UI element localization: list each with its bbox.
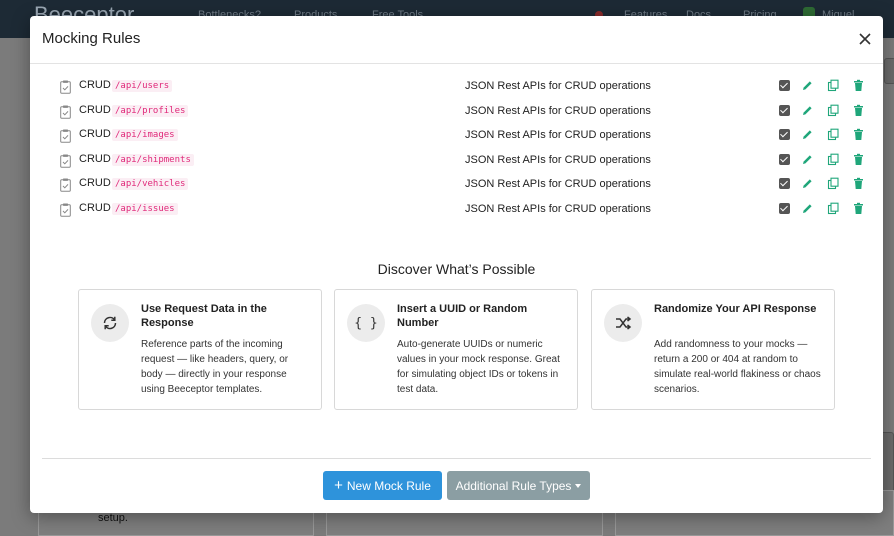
- rule-method: CRUD: [79, 152, 111, 165]
- rule-row: CRUD/api/issues JSON Rest APIs for CRUD o…: [30, 199, 883, 224]
- circle: [91, 304, 129, 342]
- copy-icon[interactable]: [827, 153, 840, 166]
- rule-method: CRUD: [79, 128, 111, 141]
- rule-description: JSON Rest APIs for CRUD operations: [465, 202, 651, 215]
- rule-row: CRUD/api/vehicles JSON Rest APIs for CRUD…: [30, 174, 883, 199]
- edit-icon[interactable]: [801, 128, 814, 141]
- rule-method: CRUD: [79, 79, 111, 91]
- edit-icon[interactable]: [801, 79, 814, 92]
- edit-icon[interactable]: [801, 153, 814, 166]
- rules-list: CRUD/api/users JSON Rest APIs for CRUD op…: [30, 76, 883, 224]
- rule-row: CRUD/api/shipments JSON Rest APIs for CRU…: [30, 150, 883, 175]
- close-icon[interactable]: [856, 30, 874, 48]
- rule-row: CRUD/api/images JSON Rest APIs for CRUD o…: [30, 125, 883, 150]
- clipboard-check-icon: [60, 178, 71, 193]
- footer-divider: [42, 458, 871, 459]
- card-title: Randomize Your API Response: [654, 303, 817, 315]
- rule-method: CRUD: [79, 103, 111, 116]
- rule-description: JSON Rest APIs for CRUD operations: [465, 153, 651, 166]
- mocking-rules-modal: Mocking Rules CRUD/api/users JSON Rest AP…: [30, 16, 883, 513]
- delete-icon[interactable]: [852, 153, 865, 166]
- new-mock-rule-label: New Mock Rule: [346, 478, 431, 493]
- card-title: Insert a UUID or Random Number: [397, 303, 528, 329]
- rule-enabled-checkbox[interactable]: [779, 202, 790, 214]
- background-setup-text: setup.: [98, 512, 128, 524]
- copy-icon[interactable]: [827, 79, 840, 92]
- feature-card-request-data[interactable]: Use Request Data in the Response Referen…: [78, 289, 322, 410]
- edit-icon[interactable]: [801, 202, 814, 215]
- clipboard-check-icon: [60, 154, 71, 168]
- rule-description: JSON Rest APIs for CRUD operations: [465, 178, 651, 191]
- refresh-icon: [103, 316, 117, 330]
- additional-rule-types-button[interactable]: Additional Rule Types: [447, 471, 590, 500]
- rule-row: CRUD/api/profiles JSON Rest APIs for CRUD…: [30, 101, 883, 126]
- copy-icon[interactable]: [827, 104, 840, 117]
- clipboard-check-icon: [60, 129, 71, 143]
- edit-icon[interactable]: [801, 104, 814, 117]
- rule-path[interactable]: /api/vehicles: [112, 178, 189, 191]
- feature-card-randomize[interactable]: Randomize Your API Response Add randomne…: [591, 289, 835, 410]
- discover-title: Discover What’s Possible: [377, 261, 536, 277]
- delete-icon[interactable]: [852, 104, 865, 117]
- clipboard-check-icon: [60, 80, 71, 94]
- delete-icon[interactable]: [852, 128, 865, 141]
- circle: [604, 304, 642, 342]
- background-button: [884, 58, 894, 84]
- rule-path[interactable]: /api/shipments: [112, 153, 194, 166]
- circle: { }: [347, 304, 385, 342]
- modal-title: Mocking Rules: [42, 30, 141, 47]
- chevron-down-icon: [575, 483, 582, 488]
- rule-description: JSON Rest APIs for CRUD operations: [465, 80, 651, 92]
- rule-path[interactable]: /api/images: [112, 129, 178, 142]
- card-description: Auto-generate UUIDs or numeric values in…: [397, 339, 560, 395]
- rule-description: JSON Rest APIs for CRUD operations: [465, 129, 651, 142]
- rule-enabled-checkbox[interactable]: [779, 104, 790, 116]
- delete-icon[interactable]: [852, 177, 865, 190]
- braces-icon: { }: [354, 315, 378, 331]
- rule-description: JSON Rest APIs for CRUD operations: [465, 104, 651, 117]
- rule-enabled-checkbox[interactable]: [779, 153, 790, 165]
- feature-card-uuid[interactable]: { } Insert a UUID or Random Number Auto-…: [334, 289, 578, 410]
- rule-path[interactable]: /api/issues: [112, 202, 178, 215]
- edit-icon[interactable]: [801, 177, 814, 190]
- copy-icon[interactable]: [827, 177, 840, 190]
- rule-enabled-checkbox[interactable]: [779, 80, 790, 91]
- rule-path[interactable]: /api/users: [112, 80, 173, 92]
- clipboard-check-icon: [60, 105, 71, 119]
- plus-icon: +: [334, 476, 343, 494]
- delete-icon[interactable]: [852, 202, 865, 215]
- new-mock-rule-button[interactable]: + New Mock Rule: [323, 471, 442, 500]
- shuffle-icon: [616, 316, 632, 330]
- rule-path[interactable]: /api/profiles: [112, 104, 189, 117]
- rule-method: CRUD: [79, 177, 111, 190]
- copy-icon[interactable]: [827, 202, 840, 215]
- rule-row: CRUD/api/users JSON Rest APIs for CRUD op…: [30, 76, 883, 101]
- modal-header: Mocking Rules: [30, 16, 883, 64]
- additional-rule-types-label: Additional Rule Types: [455, 478, 572, 493]
- copy-icon[interactable]: [827, 128, 840, 141]
- rule-method: CRUD: [79, 201, 111, 214]
- card-description: Add randomness to your mocks — return a …: [654, 339, 821, 395]
- card-description: Reference parts of the incoming request …: [141, 339, 289, 395]
- card-title: Use Request Data in the Response: [141, 303, 267, 329]
- delete-icon[interactable]: [852, 79, 865, 92]
- clipboard-check-icon: [60, 203, 71, 217]
- rule-enabled-checkbox[interactable]: [779, 129, 790, 141]
- rule-enabled-checkbox[interactable]: [779, 178, 790, 190]
